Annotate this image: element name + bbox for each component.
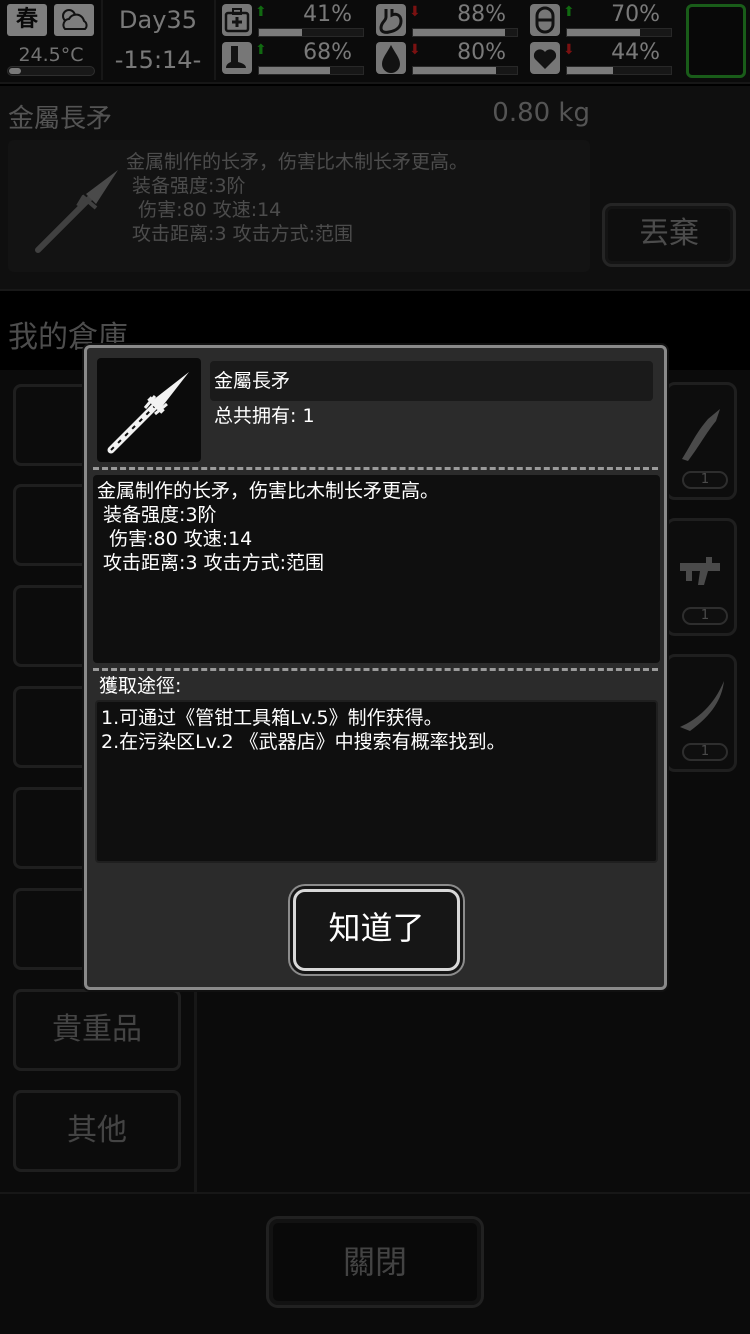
owned-count: 总共拥有: 1 <box>214 405 315 427</box>
item-description: 金属制作的长矛，伤害比木制长矛更高。 装备强度:3阶 伤害:80 攻速:14 攻… <box>97 480 440 574</box>
item-icon-frame <box>97 358 201 462</box>
item-info-dialog: 金屬長矛 总共拥有: 1 金属制作的长矛，伤害比木制长矛更高。 装备强度:3阶 … <box>84 345 667 990</box>
obtain-method: 2.在污染区Lv.2 《武器店》中搜索有概率找到。 <box>101 731 506 753</box>
obtain-label: 獲取途徑: <box>99 675 182 697</box>
divider <box>93 668 658 671</box>
dialog-item-name: 金屬長矛 <box>210 361 653 401</box>
obtain-methods-box: 1.可通过《管钳工具箱Lv.5》制作获得。 2.在污染区Lv.2 《武器店》中搜… <box>95 700 658 863</box>
divider <box>93 467 658 470</box>
spear-icon <box>107 372 189 454</box>
description-box: 金属制作的长矛，伤害比木制长矛更高。 装备强度:3阶 伤害:80 攻速:14 攻… <box>93 475 660 663</box>
ok-button[interactable]: 知道了 <box>293 889 460 971</box>
obtain-method: 1.可通过《管钳工具箱Lv.5》制作获得。 <box>101 707 443 729</box>
